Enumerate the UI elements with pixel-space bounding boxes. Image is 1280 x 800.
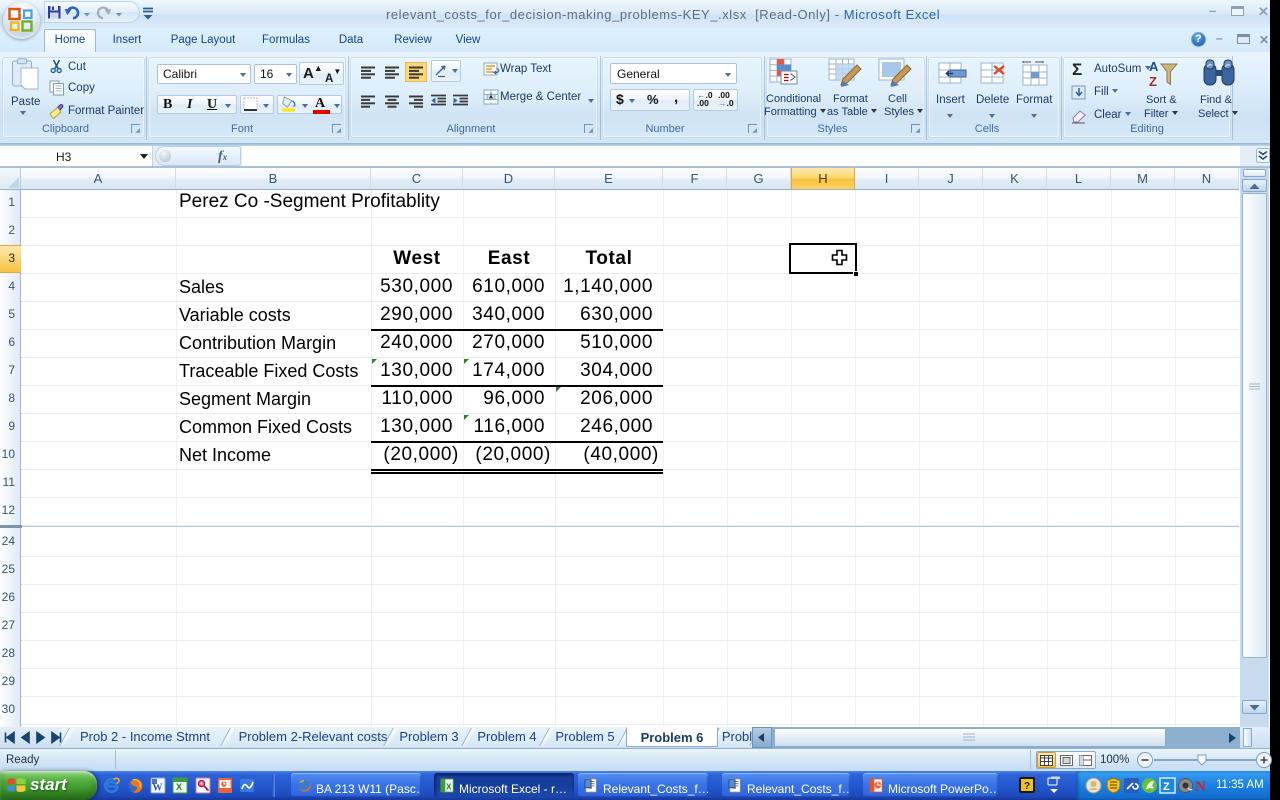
svg-text:N: N	[1195, 779, 1206, 794]
svg-text:X: X	[446, 782, 452, 791]
svg-text:?: ?	[1024, 781, 1030, 792]
svg-text:Z: Z	[1149, 74, 1157, 89]
svg-text:X: X	[176, 782, 182, 792]
svg-text:W: W	[153, 783, 163, 794]
svg-text:A: A	[1149, 59, 1159, 74]
svg-text:Z: Z	[1163, 781, 1170, 793]
svg-text:+: +	[1150, 785, 1154, 792]
